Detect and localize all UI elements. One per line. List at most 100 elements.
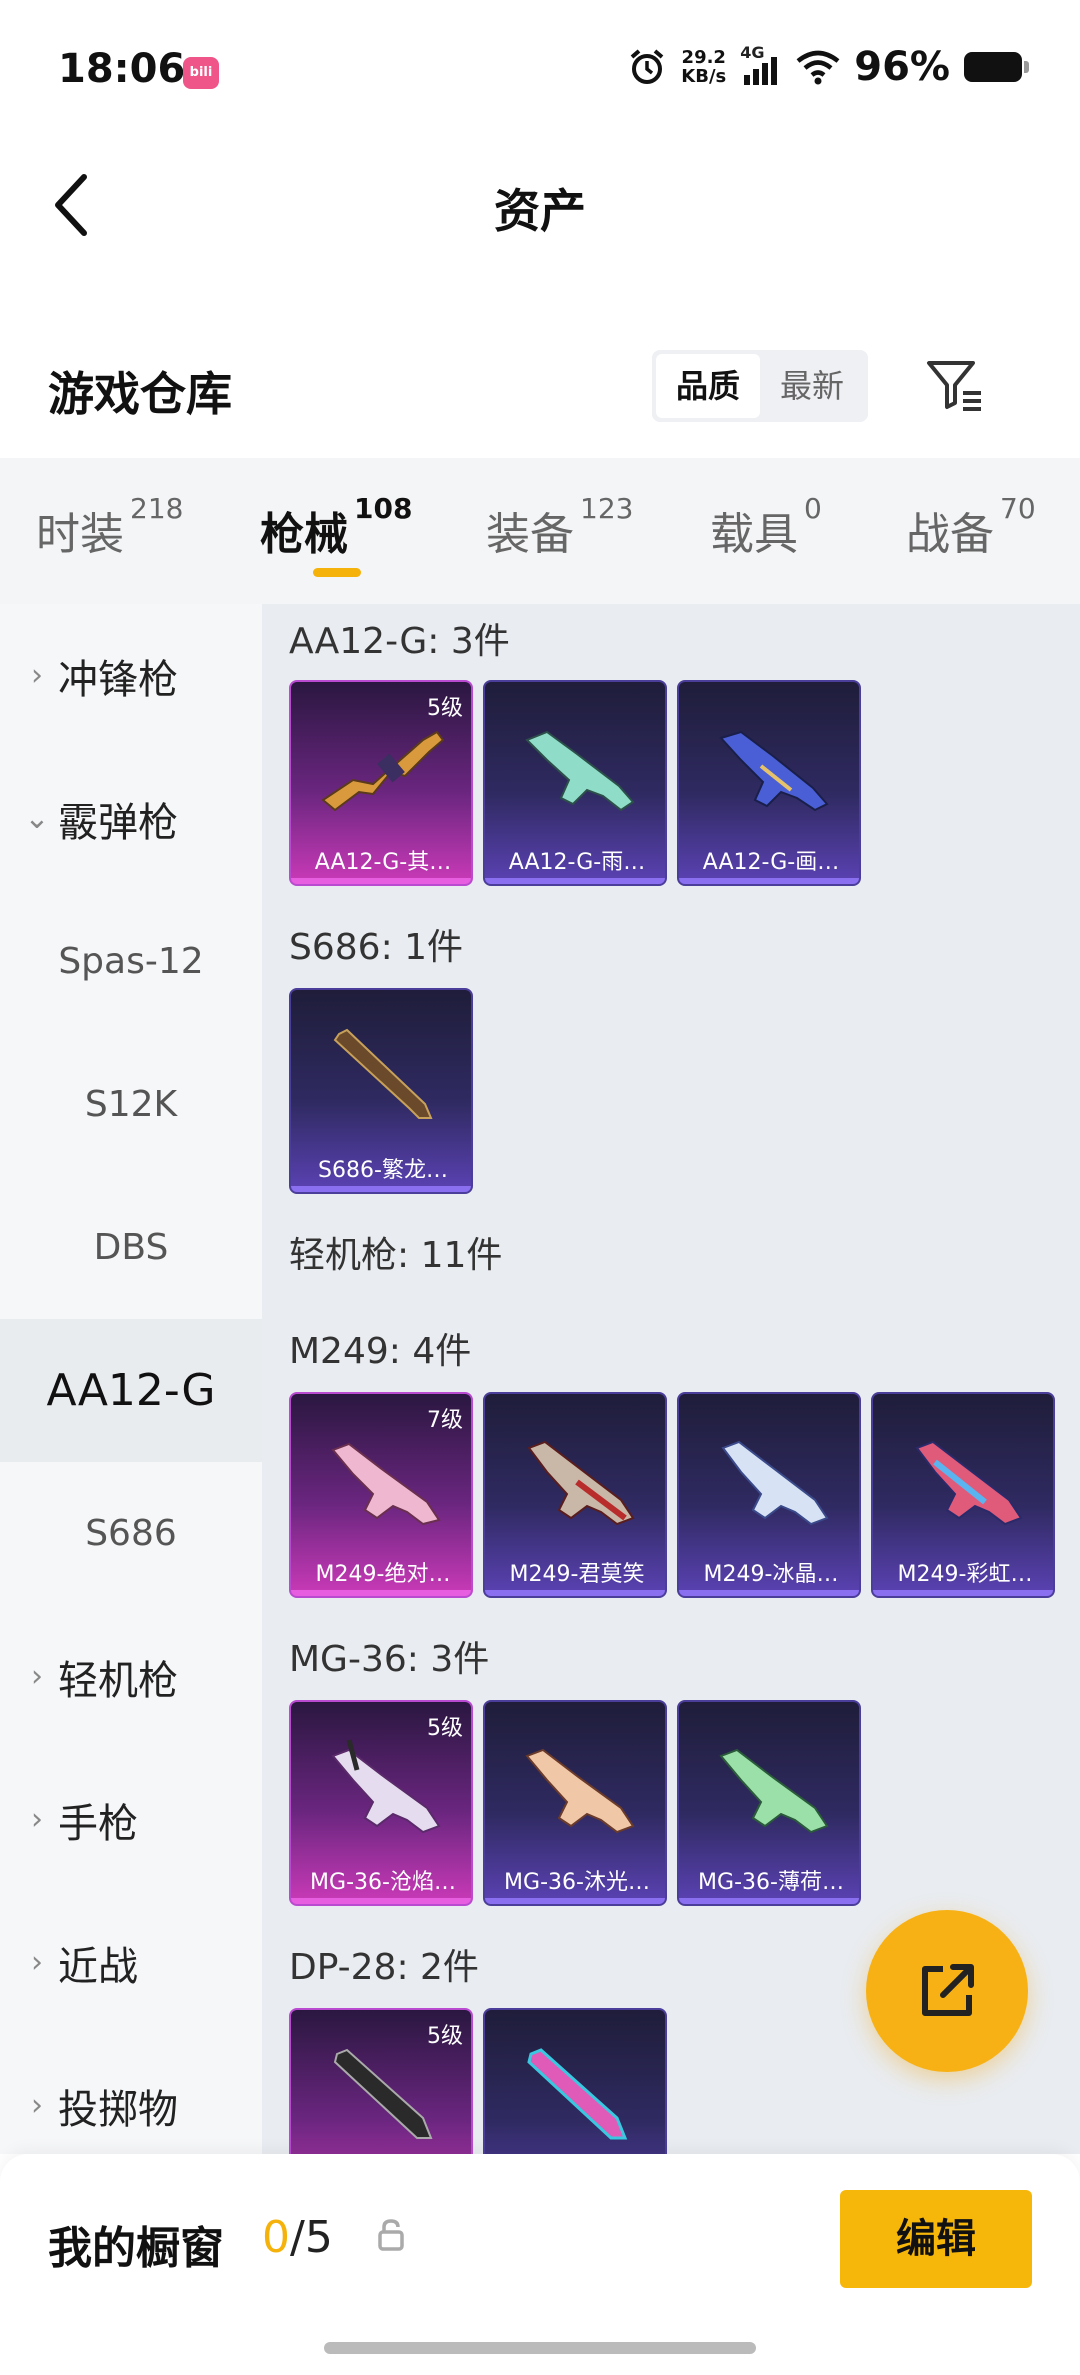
showcase-bar: 我的橱窗 0/5 编辑 xyxy=(0,2154,1080,2375)
gun-image-icon xyxy=(333,2048,433,2139)
page-title: 资产 xyxy=(494,184,586,238)
tab-outfits[interactable]: 时装218 xyxy=(36,492,183,562)
tab-count: 123 xyxy=(580,492,634,525)
skin-card[interactable] xyxy=(483,2008,667,2154)
skin-card[interactable]: 5级 AA12-G-其… xyxy=(289,680,473,886)
group-title: MG-36: 3件 xyxy=(289,1639,490,1680)
skin-card[interactable]: AA12-G-画… xyxy=(677,680,861,886)
group-title: DP-28: 2件 xyxy=(289,1947,479,1988)
share-external-icon xyxy=(922,1964,974,2016)
sidebar: › 冲锋枪 ⌄ 霰弹枪 Spas-12 S12K DBS AA12-G S686 ›… xyxy=(0,604,262,2154)
tab-active-indicator xyxy=(313,568,361,577)
sidebar-item-spas-12[interactable]: Spas-12 xyxy=(0,890,262,1033)
sidebar-item-label: 霰弹枪 xyxy=(58,799,178,846)
tab-count: 108 xyxy=(354,492,413,525)
skin-name: AA12-G-雨… xyxy=(508,850,646,875)
group-title: AA12-G: 3件 xyxy=(289,621,510,662)
skin-card[interactable]: M249-君莫笑 xyxy=(483,1392,667,1598)
sidebar-item-pistol[interactable]: › 手枪 xyxy=(0,1748,262,1891)
gun-image-icon xyxy=(321,730,445,812)
status-time: 18:06 xyxy=(58,46,186,92)
gun-image-icon xyxy=(719,730,829,812)
sidebar-item-lmg[interactable]: › 轻机枪 xyxy=(0,1605,262,1748)
skin-name: AA12-G-画… xyxy=(702,850,840,875)
tab-label: 时装 xyxy=(36,509,124,560)
sort-toggle: 品质 最新 xyxy=(652,350,868,422)
share-fab-button[interactable] xyxy=(866,1910,1028,2072)
battery-icon xyxy=(964,52,1029,82)
gun-image-icon xyxy=(721,1440,829,1526)
skin-card[interactable]: MG-36-薄荷… xyxy=(677,1700,861,1906)
status-bar: 18:06 bili 29.2 KB/s 4G 96% xyxy=(0,0,1080,140)
sidebar-item-label: 轻机枪 xyxy=(58,1657,178,1704)
skin-name: M249-绝对… xyxy=(315,1562,451,1587)
home-indicator[interactable] xyxy=(324,2342,756,2354)
skin-card[interactable]: M249-彩虹… xyxy=(871,1392,1055,1598)
gun-image-icon xyxy=(527,2048,628,2140)
tab-label: 装备 xyxy=(486,509,574,560)
sidebar-item-shotgun[interactable]: ⌄ 霰弹枪 xyxy=(0,747,262,890)
skin-card[interactable]: S686-繁龙… xyxy=(289,988,473,1194)
skin-name: S686-繁龙… xyxy=(318,1158,448,1183)
sidebar-item-aa12-g[interactable]: AA12-G xyxy=(0,1319,262,1462)
net-speed-unit: KB/s xyxy=(681,66,727,87)
gun-image-icon xyxy=(527,1440,635,1526)
group-title: S686: 1件 xyxy=(289,927,464,968)
group-title: M249: 4件 xyxy=(289,1331,472,1372)
warehouse-title: 游戏仓库 xyxy=(48,367,232,421)
chevron-right-icon: › xyxy=(31,2088,43,2123)
skin-name: M249-君莫笑 xyxy=(509,1562,645,1587)
net-speed: 29.2 KB/s xyxy=(681,48,726,86)
chevron-down-icon: ⌄ xyxy=(24,801,50,836)
gun-image-icon xyxy=(525,1748,635,1834)
tab-label: 载具 xyxy=(710,509,798,560)
tab-vehicles[interactable]: 载具0 xyxy=(710,492,822,562)
chevron-right-icon: › xyxy=(31,1802,43,1837)
showcase-current: 0 xyxy=(262,2212,290,2263)
skin-name: AA12-G-其… xyxy=(314,850,452,875)
sidebar-item-s12k[interactable]: S12K xyxy=(0,1033,262,1176)
bilibili-app-icon: bili xyxy=(183,57,219,89)
sidebar-item-label: 冲锋枪 xyxy=(58,656,178,703)
status-indicators: 29.2 KB/s 4G 96% xyxy=(627,43,1029,90)
chevron-right-icon: › xyxy=(31,1945,43,1980)
tab-count: 0 xyxy=(804,492,822,525)
showcase-total: /5 xyxy=(290,2212,333,2263)
chevron-right-icon: › xyxy=(31,658,43,693)
chevron-right-icon: › xyxy=(31,1659,43,1694)
sidebar-item-label: 投掷物 xyxy=(58,2086,178,2133)
gun-image-icon xyxy=(331,1442,441,1526)
skin-card[interactable]: M249-冰晶… xyxy=(677,1392,861,1598)
tab-count: 218 xyxy=(130,492,184,525)
wifi-icon xyxy=(796,50,840,85)
filter-button[interactable] xyxy=(920,350,990,420)
tab-guns[interactable]: 枪械108 xyxy=(260,492,412,562)
tab-supplies[interactable]: 战备70 xyxy=(906,492,1036,562)
edit-button[interactable]: 编辑 xyxy=(840,2190,1032,2288)
group-title: 轻机枪: 11件 xyxy=(289,1235,503,1276)
skin-name: MG-36-沧焰… xyxy=(310,1870,456,1895)
skin-card[interactable]: 7级 M249-绝对… xyxy=(289,1392,473,1598)
alarm-icon xyxy=(630,49,664,84)
skin-card[interactable]: 5级 xyxy=(289,2008,473,2154)
sidebar-item-melee[interactable]: › 近战 xyxy=(0,1891,262,2034)
sort-option-latest[interactable]: 最新 xyxy=(760,354,864,418)
net-speed-value: 29.2 xyxy=(681,47,726,68)
battery-percent: 96% xyxy=(854,44,950,90)
skin-name: MG-36-薄荷… xyxy=(698,1870,844,1895)
gun-image-icon xyxy=(331,1739,441,1834)
sidebar-item-dbs[interactable]: DBS xyxy=(0,1176,262,1319)
skin-name: M249-彩虹… xyxy=(897,1562,1033,1587)
skin-card[interactable]: MG-36-沐光… xyxy=(483,1700,667,1906)
gun-image-icon xyxy=(525,730,635,812)
skin-card[interactable]: 5级 MG-36-沧焰… xyxy=(289,1700,473,1906)
sidebar-item-s686[interactable]: S686 xyxy=(0,1462,262,1605)
skin-card[interactable]: AA12-G-雨… xyxy=(483,680,667,886)
gun-image-icon xyxy=(719,1748,829,1834)
sidebar-item-smg[interactable]: › 冲锋枪 xyxy=(0,604,262,747)
skin-name: MG-36-沐光… xyxy=(504,1870,650,1895)
tab-gear[interactable]: 装备123 xyxy=(486,492,633,562)
showcase-label: 我的橱窗 xyxy=(48,2223,224,2274)
sort-option-quality[interactable]: 品质 xyxy=(656,354,760,418)
skin-name: M249-冰晶… xyxy=(703,1562,839,1587)
